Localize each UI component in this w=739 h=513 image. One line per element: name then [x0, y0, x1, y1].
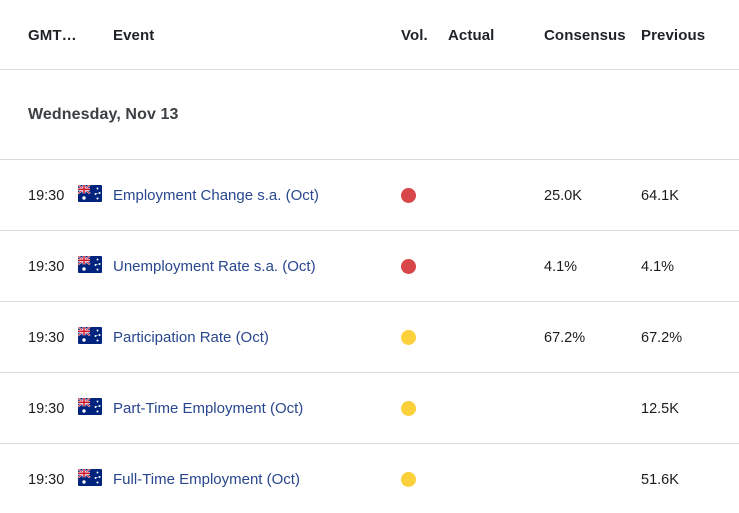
event-link[interactable]: Employment Change s.a. (Oct): [113, 187, 319, 204]
table-row[interactable]: 19:30 Participation Rate (Oct) 67.2% 67.…: [0, 302, 739, 373]
event-name-cell: Employment Change s.a. (Oct): [113, 187, 393, 205]
volatility-dot-medium: [401, 329, 441, 347]
column-header-previous[interactable]: Previous: [641, 27, 733, 45]
event-time: 19:30: [28, 330, 65, 346]
event-link[interactable]: Full-Time Employment (Oct): [113, 471, 300, 488]
column-header-actual[interactable]: Actual: [448, 27, 538, 45]
date-group-label: Wednesday, Nov 13: [28, 106, 179, 123]
column-header-event[interactable]: Event: [113, 27, 393, 45]
column-header-volatility[interactable]: Vol.: [401, 27, 441, 45]
consensus-value: 67.2%: [544, 330, 586, 346]
australia-flag-icon: [78, 327, 104, 344]
consensus-value: 25.0K: [544, 188, 582, 204]
table-header-row: GMT… Event Vol. Actual Consensus Previou…: [0, 0, 739, 70]
table-row[interactable]: 19:30 Full-Time Employment (Oct) 51.6K: [0, 444, 739, 513]
event-link[interactable]: Participation Rate (Oct): [113, 329, 269, 346]
event-time: 19:30: [28, 472, 65, 488]
previous-value: 67.2%: [641, 330, 683, 346]
date-group-header: Wednesday, Nov 13: [0, 70, 739, 160]
table-row[interactable]: 19:30 Part-Time Employment (Oct) 12.5K: [0, 373, 739, 444]
volatility-dot-medium: [401, 400, 441, 418]
event-link[interactable]: Part-Time Employment (Oct): [113, 400, 303, 417]
consensus-value: 4.1%: [544, 259, 578, 275]
previous-value: 4.1%: [641, 259, 675, 275]
column-header-time[interactable]: GMT…: [28, 27, 77, 45]
previous-value: 51.6K: [641, 472, 679, 488]
australia-flag-icon: [78, 256, 104, 273]
table-row[interactable]: 19:30 Employment Change s.a. (Oct) 25.0K…: [0, 160, 739, 231]
event-time: 19:30: [28, 188, 65, 204]
column-header-consensus[interactable]: Consensus: [544, 27, 636, 45]
volatility-dot-high: [401, 187, 441, 205]
event-name-cell: Part-Time Employment (Oct): [113, 400, 393, 418]
australia-flag-icon: [78, 469, 104, 486]
volatility-dot-high: [401, 258, 441, 276]
event-time: 19:30: [28, 401, 65, 417]
previous-value: 64.1K: [641, 188, 679, 204]
event-name-cell: Full-Time Employment (Oct): [113, 471, 393, 489]
table-row[interactable]: 19:30 Unemployment Rate s.a. (Oct) 4.1% …: [0, 231, 739, 302]
australia-flag-icon: [78, 185, 104, 202]
australia-flag-icon: [78, 398, 104, 415]
volatility-dot-medium: [401, 471, 441, 489]
event-link[interactable]: Unemployment Rate s.a. (Oct): [113, 258, 316, 275]
previous-value: 12.5K: [641, 401, 679, 417]
event-name-cell: Participation Rate (Oct): [113, 329, 393, 347]
event-time: 19:30: [28, 259, 65, 275]
event-name-cell: Unemployment Rate s.a. (Oct): [113, 258, 393, 276]
economic-calendar: GMT… Event Vol. Actual Consensus Previou…: [0, 0, 739, 513]
